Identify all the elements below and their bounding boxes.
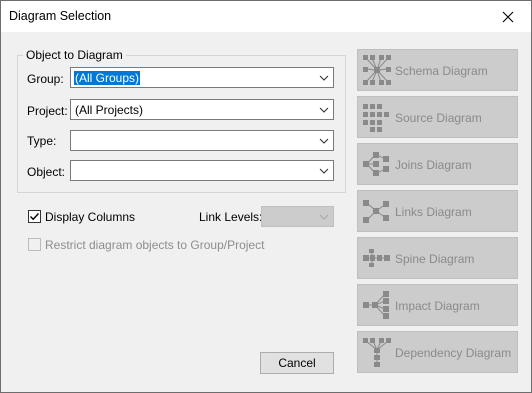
joins-diagram-icon — [363, 152, 389, 176]
chevron-down-icon[interactable] — [315, 131, 333, 150]
restrict-checkbox[interactable] — [28, 238, 41, 251]
group-value: (All Groups) — [74, 71, 141, 85]
dependency-diagram-icon — [363, 338, 391, 367]
impact-diagram-label: Impact Diagram — [395, 299, 480, 313]
link-levels-label: Link Levels: — [199, 210, 263, 224]
impact-diagram-icon — [363, 291, 389, 319]
impact-diagram-button[interactable]: Impact Diagram — [357, 284, 518, 326]
joins-diagram-label: Joins Diagram — [395, 158, 472, 172]
display-columns-checkbox[interactable] — [28, 210, 41, 223]
source-diagram-label: Source Diagram — [395, 111, 482, 125]
link-levels-combobox[interactable] — [261, 206, 334, 227]
links-diagram-button[interactable]: Links Diagram — [357, 190, 518, 232]
object-combobox[interactable] — [70, 160, 334, 181]
joins-diagram-button[interactable]: Joins Diagram — [357, 143, 518, 185]
groupbox-legend: Object to Diagram — [23, 48, 126, 62]
chevron-down-icon[interactable] — [315, 100, 333, 119]
schema-diagram-button[interactable]: Schema Diagram — [357, 49, 518, 91]
spine-diagram-label: Spine Diagram — [395, 252, 475, 266]
window-title: Diagram Selection — [9, 9, 112, 23]
dialog-window: Diagram Selection Object to Diagram Grou… — [0, 0, 532, 393]
source-diagram-button[interactable]: Source Diagram — [357, 96, 518, 138]
checkmark-icon — [30, 213, 40, 221]
schema-diagram-label: Schema Diagram — [395, 64, 488, 78]
group-label: Group: — [27, 72, 64, 86]
dependency-diagram-label: Dependency Diagram — [395, 346, 512, 360]
type-combobox[interactable] — [70, 130, 334, 151]
chevron-down-icon[interactable] — [315, 207, 333, 226]
project-label: Project: — [27, 104, 68, 118]
chevron-down-icon[interactable] — [315, 68, 333, 87]
close-button[interactable] — [485, 1, 531, 32]
group-combobox[interactable]: (All Groups) — [70, 67, 334, 88]
type-label: Type: — [27, 134, 57, 148]
chevron-down-icon[interactable] — [315, 161, 333, 180]
links-diagram-icon — [363, 200, 389, 223]
schema-diagram-icon — [363, 55, 391, 85]
cancel-button-label: Cancel — [278, 356, 316, 370]
object-label: Object: — [27, 165, 66, 179]
dependency-diagram-button[interactable]: Dependency Diagram — [357, 331, 518, 373]
spine-diagram-icon — [363, 249, 390, 267]
restrict-label[interactable]: Restrict diagram objects to Group/Projec… — [45, 238, 264, 252]
close-icon — [502, 11, 514, 22]
project-combobox[interactable]: (All Projects) — [70, 99, 334, 120]
display-columns-label[interactable]: Display Columns — [45, 210, 135, 224]
source-diagram-icon — [363, 104, 389, 132]
title-bar: Diagram Selection — [1, 1, 531, 32]
cancel-button[interactable]: Cancel — [260, 352, 334, 374]
links-diagram-label: Links Diagram — [395, 205, 472, 219]
spine-diagram-button[interactable]: Spine Diagram — [357, 237, 518, 279]
project-value: (All Projects) — [75, 103, 144, 117]
